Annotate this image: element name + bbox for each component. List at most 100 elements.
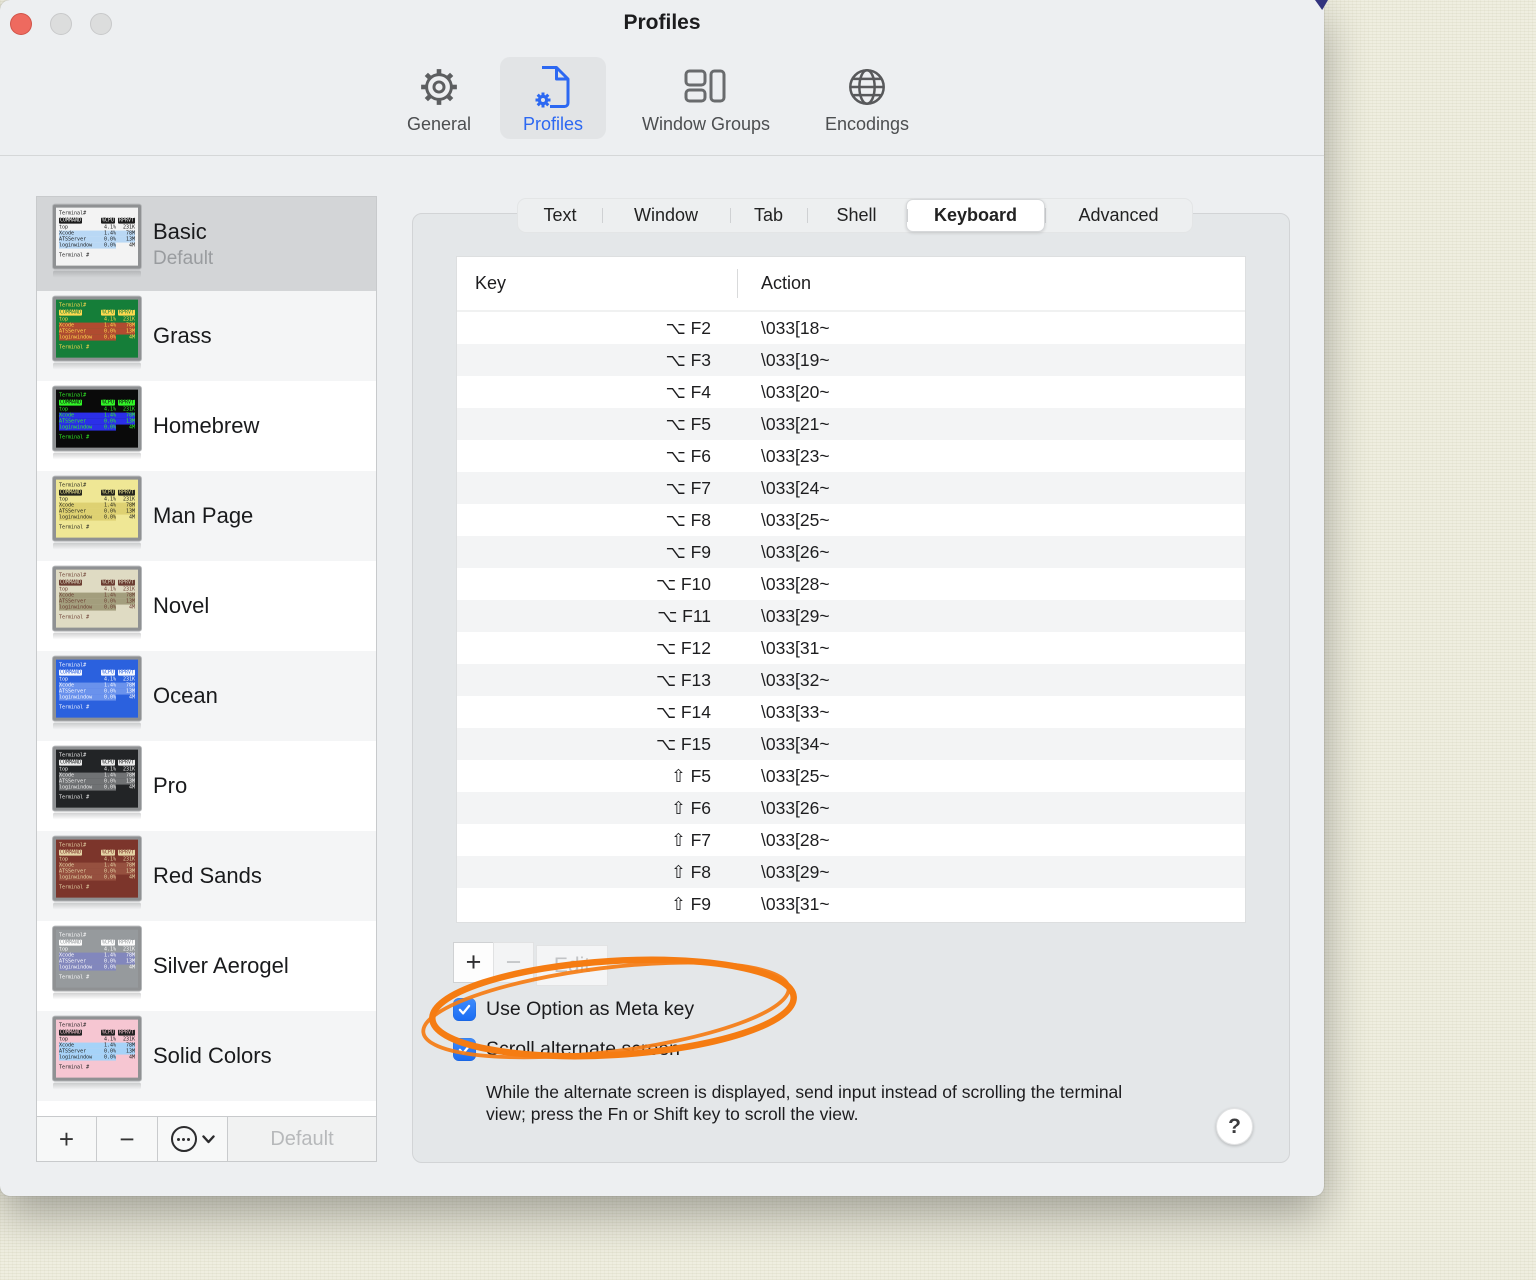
thumb-reflection [53,902,141,910]
thumb-cell: 4M [128,1054,135,1061]
sidebar-profile-row-novel[interactable]: Terminal# COMMAND %CPU RPRVT top 4.1% 231K… [37,561,376,651]
thumb-prompt: Terminal # [59,974,90,981]
thumb-command-chip: COMMAND [59,217,83,224]
tab-keyboard[interactable]: Keyboard [906,199,1045,232]
key-cell: ⌥ F8 [665,509,711,530]
action-cell: \033[18~ [761,317,830,338]
keybinding-row[interactable]: ⌥ F3 \033[19~ [457,344,1245,376]
thumb-title: Terminal# [59,1022,87,1029]
profile-thumbnail: Terminal# COMMAND %CPU RPRVT top 4.1% 231K… [53,746,141,820]
thumb-reflection [53,632,141,640]
set-default-button[interactable]: Default [228,1117,376,1161]
use-option-as-meta-key-checkbox[interactable] [453,998,476,1021]
tab-text[interactable]: Text [518,199,602,232]
thumb-reflection [53,992,141,1000]
sidebar-profile-row-solid-colors[interactable]: Terminal# COMMAND %CPU RPRVT top 4.1% 231K… [37,1011,376,1101]
action-cell: \033[21~ [761,413,830,434]
add-key-button[interactable]: + [453,942,494,983]
keybinding-row[interactable]: ⇧ F6 \033[26~ [457,792,1245,824]
keybinding-row[interactable]: ⇧ F7 \033[28~ [457,824,1245,856]
toolbar-item-profiles[interactable]: Profiles [500,57,606,139]
thumb-reflection [53,1082,141,1090]
toolbar-item-general[interactable]: General [393,57,485,139]
action-cell: \033[26~ [761,797,830,818]
action-cell: \033[25~ [761,509,830,530]
thumb-mem-chip: RPRVT [117,849,135,856]
action-cell: \033[28~ [761,573,830,594]
keybinding-row[interactable]: ⌥ F11 \033[29~ [457,600,1245,632]
sidebar-profile-row-pro[interactable]: Terminal# COMMAND %CPU RPRVT top 4.1% 231K… [37,741,376,831]
sidebar-profile-row-ocean[interactable]: Terminal# COMMAND %CPU RPRVT top 4.1% 231K… [37,651,376,741]
keybinding-row[interactable]: ⌥ F15 \033[34~ [457,728,1245,760]
thumb-mem-chip: RPRVT [117,399,135,406]
thumb-cell: loginwindow [59,694,100,701]
action-cell: \033[26~ [761,541,830,562]
action-cell: \033[24~ [761,477,830,498]
sidebar-profile-row-grass[interactable]: Terminal# COMMAND %CPU RPRVT top 4.1% 231K… [37,291,376,381]
edit-key-button[interactable]: Edit [536,945,608,986]
sidebar-profile-row-man-page[interactable]: Terminal# COMMAND %CPU RPRVT top 4.1% 231K… [37,471,376,561]
profile-action-menu-button[interactable] [158,1117,228,1161]
thumb-cell: 0.0% [100,424,116,431]
thumb-prompt: Terminal # [59,614,90,621]
keybinding-row[interactable]: ⌥ F9 \033[26~ [457,536,1245,568]
keybinding-row[interactable]: ⌥ F4 \033[20~ [457,376,1245,408]
keybinding-row[interactable]: ⌥ F7 \033[24~ [457,472,1245,504]
thumb-reflection [53,722,141,730]
key-cell: ⌥ F4 [665,381,711,402]
keybinding-row[interactable]: ⌥ F2 \033[18~ [457,312,1245,344]
action-cell: \033[25~ [761,765,830,786]
sidebar-profile-row-silver-aerogel[interactable]: Terminal# COMMAND %CPU RPRVT top 4.1% 231K… [37,921,376,1011]
thumb-command-chip: COMMAND [59,579,83,586]
thumb-cell: 0.0% [100,514,116,521]
window-title: Profiles [623,11,701,34]
toolbar-item-encodings[interactable]: Encodings [808,57,926,139]
tab-window[interactable]: Window [602,199,730,232]
thumb-cell: 0.0% [100,784,116,791]
column-separator [737,269,738,298]
thumb-command-chip: COMMAND [59,399,83,406]
profiles-sidebar: Terminal# COMMAND %CPU RPRVT top 4.1% 231K… [36,196,377,1162]
thumb-title: Terminal# [59,392,87,399]
key-cell: ⇧ F8 [671,861,711,882]
keybinding-row[interactable]: ⌥ F8 \033[25~ [457,504,1245,536]
action-cell: \033[33~ [761,701,830,722]
keybinding-row[interactable]: ⇧ F8 \033[29~ [457,856,1245,888]
thumb-title: Terminal# [59,302,87,309]
help-button[interactable]: ? [1216,1108,1253,1145]
keybinding-row[interactable]: ⇧ F9 \033[31~ [457,888,1245,920]
keybinding-row[interactable]: ⌥ F5 \033[21~ [457,408,1245,440]
thumb-command-chip: COMMAND [59,939,83,946]
remove-profile-button[interactable]: − [97,1117,158,1161]
remove-key-button[interactable]: − [493,942,534,983]
thumb-cell: loginwindow [59,964,100,971]
thumb-cell: 4M [128,242,135,249]
use-option-as-meta-key-label: Use Option as Meta key [486,998,695,1020]
sidebar-profile-row-basic[interactable]: Terminal# COMMAND %CPU RPRVT top 4.1% 231K… [37,197,376,291]
thumb-command-chip: COMMAND [59,849,83,856]
thumb-cell: loginwindow [59,874,100,881]
toolbar-item-window-groups[interactable]: Window Groups [622,57,790,139]
tab-label: Tab [753,205,784,225]
keybinding-row[interactable]: ⌥ F10 \033[28~ [457,568,1245,600]
tab-tab[interactable]: Tab [730,199,807,232]
alternate-screen-help-text: While the alternate screen is displayed,… [486,1082,1123,1124]
sidebar-profile-row-red-sands[interactable]: Terminal# COMMAND %CPU RPRVT top 4.1% 231K… [37,831,376,921]
scroll-alternate-screen-checkbox[interactable] [453,1038,476,1061]
tab-shell[interactable]: Shell [807,199,906,232]
profile-thumbnail: Terminal# COMMAND %CPU RPRVT top 4.1% 231K… [53,386,141,460]
checkmark-icon [458,1004,471,1015]
thumb-mem-chip: RPRVT [117,759,135,766]
keybinding-row[interactable]: ⌥ F6 \033[23~ [457,440,1245,472]
key-cell: ⌥ F9 [665,541,711,562]
profile-name: Red Sands [153,863,262,888]
chevron-down-icon [201,1134,215,1144]
keybinding-row[interactable]: ⌥ F13 \033[32~ [457,664,1245,696]
keybinding-row[interactable]: ⌥ F14 \033[33~ [457,696,1245,728]
keybinding-row[interactable]: ⇧ F5 \033[25~ [457,760,1245,792]
profile-thumbnail: Terminal# COMMAND %CPU RPRVT top 4.1% 231K… [53,296,141,370]
sidebar-profile-row-homebrew[interactable]: Terminal# COMMAND %CPU RPRVT top 4.1% 231K… [37,381,376,471]
add-profile-button[interactable]: + [37,1117,97,1161]
tab-advanced[interactable]: Advanced [1045,199,1192,232]
keybinding-row[interactable]: ⌥ F12 \033[31~ [457,632,1245,664]
